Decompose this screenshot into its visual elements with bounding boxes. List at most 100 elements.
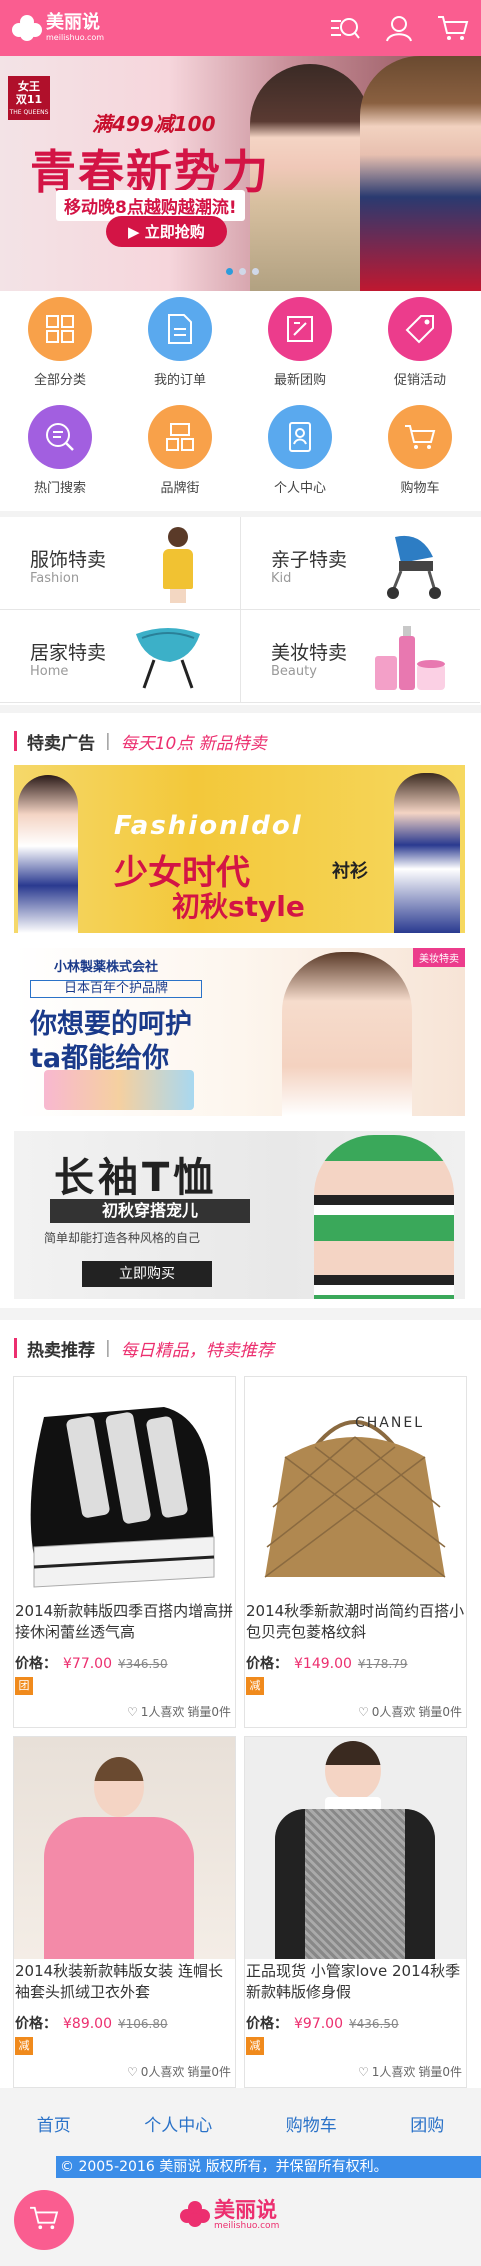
current-price: ¥89.00 bbox=[63, 2016, 112, 2032]
cart-icon[interactable] bbox=[437, 14, 469, 42]
user-icon[interactable] bbox=[385, 14, 413, 42]
original-price: ¥178.79 bbox=[357, 1657, 408, 1671]
ad-banner-fashion-idol[interactable]: FashionIdol 少女时代 初秋style 衬衫 bbox=[14, 765, 465, 933]
buy-now-button[interactable]: 立即购买 bbox=[82, 1261, 212, 1287]
banner-model-striped bbox=[314, 1135, 454, 1299]
product-card[interactable]: 2014秋装新款韩版女装 连帽长袖套头抓绒卫衣外套 价格： ¥89.00 ¥106.… bbox=[13, 1736, 236, 2088]
product-title[interactable]: 正品现货 小管家love 2014秋季新款韩版修身假 bbox=[246, 1961, 466, 2003]
document-icon bbox=[148, 297, 212, 361]
logo-domain: meilishuo.com bbox=[46, 33, 105, 42]
heart-icon[interactable]: ♡ bbox=[358, 2065, 369, 2079]
fashion-model-image bbox=[160, 527, 196, 603]
current-price: ¥97.00 bbox=[294, 2016, 343, 2032]
edit-box-icon bbox=[268, 297, 332, 361]
product-image[interactable] bbox=[14, 1737, 235, 1959]
flower-logo-icon bbox=[12, 15, 42, 41]
product-meta: ♡ 1人喜欢 销量0件 bbox=[126, 1704, 231, 1720]
hero-banner[interactable]: 女王 双11 THE QUEENS 满499减100 青春新势力 移动晚8点越购… bbox=[0, 56, 481, 291]
bottom-nav-group-buy[interactable]: 团购 bbox=[410, 2111, 444, 2136]
cart-icon bbox=[29, 2205, 59, 2235]
cosmetics-image bbox=[371, 618, 457, 700]
product-meta: ♡ 0人喜欢 销量0件 bbox=[357, 1704, 462, 1720]
product-card[interactable]: CHANEL 2014秋季新款潮时尚简约百搭小包贝壳包菱格纹斜 价格： ¥149.… bbox=[244, 1376, 467, 1728]
banner-model-face bbox=[282, 952, 412, 1116]
product-card[interactable]: 2014新款韩版四季百搭内增高拼接休闲蕾丝透气高 价格： ¥77.00 ¥346.5… bbox=[13, 1376, 236, 1728]
product-meta: ♡ 0人喜欢 销量0件 bbox=[126, 2064, 231, 2080]
discount-badge: 减 bbox=[246, 2037, 264, 2055]
ad-banners: FashionIdol 少女时代 初秋style 衬衫 小林製薬株式会社 日本百… bbox=[0, 755, 481, 1308]
heart-icon[interactable]: ♡ bbox=[127, 1705, 138, 1719]
quick-nav-grid: 全部分类 我的订单 最新团购 促销活动 热门搜索 品牌街 个人中心 购物车 bbox=[0, 291, 481, 511]
heart-icon[interactable]: ♡ bbox=[127, 2065, 138, 2079]
product-card[interactable]: 正品现货 小管家love 2014秋季新款韩版修身假 价格： ¥97.00 ¥436… bbox=[244, 1736, 467, 2088]
floating-cart-button[interactable] bbox=[14, 2190, 74, 2250]
product-title[interactable]: 2014秋季新款潮时尚简约百搭小包贝壳包菱格纹斜 bbox=[246, 1601, 466, 1643]
queens-badge: 女王 双11 THE QUEENS bbox=[8, 76, 50, 120]
brand-label: CHANEL bbox=[355, 1415, 424, 1431]
banner-model-right bbox=[394, 773, 460, 933]
ad-banner-long-tshirt[interactable]: 长袖T恤 初秋穿搭宠儿 简单却能打造各种风格的自己 立即购买 bbox=[14, 1131, 465, 1299]
nav-hot-search[interactable]: 热门搜索 bbox=[0, 405, 120, 513]
original-price: ¥106.80 bbox=[118, 2017, 168, 2031]
flower-logo-icon bbox=[180, 2200, 210, 2231]
footer: 美丽说 meilishuo.com bbox=[0, 2178, 481, 2266]
page: 美丽说 meilishuo.com 女王 双11 THE QUEENS 满499… bbox=[0, 0, 481, 2266]
carousel-dot[interactable] bbox=[239, 268, 246, 275]
carousel-dot[interactable] bbox=[252, 268, 259, 275]
nav-my-orders[interactable]: 我的订单 bbox=[120, 297, 240, 405]
bottom-nav-home[interactable]: 首页 bbox=[37, 2111, 71, 2136]
ad-banner-kobayashi[interactable]: 小林製薬株式会社 日本百年个护品牌 你想要的呵护 ta都能给你 美妆特卖 bbox=[14, 948, 465, 1116]
category-home[interactable]: 居家特卖 Home bbox=[0, 610, 240, 703]
current-price: ¥77.00 bbox=[63, 1656, 112, 1672]
price-row: 价格： ¥77.00 ¥346.50 bbox=[15, 1656, 168, 1672]
title-accent-bar bbox=[14, 1338, 17, 1358]
bottom-nav-cart[interactable]: 购物车 bbox=[286, 2111, 337, 2136]
category-search-icon[interactable] bbox=[329, 15, 361, 41]
nav-group-buy[interactable]: 最新团购 bbox=[240, 297, 360, 405]
nav-promotions[interactable]: 促销活动 bbox=[360, 297, 480, 405]
buy-now-button[interactable]: ▶ 立即抢购 bbox=[106, 216, 227, 247]
footer-logo[interactable]: 美丽说 meilishuo.com bbox=[180, 2200, 279, 2231]
product-pack-image bbox=[44, 1070, 194, 1110]
product-image[interactable]: CHANEL bbox=[245, 1377, 466, 1599]
brand-grid-icon bbox=[148, 405, 212, 469]
product-image[interactable] bbox=[245, 1737, 466, 1959]
grid-icon bbox=[28, 297, 92, 361]
carousel-dot[interactable] bbox=[226, 268, 233, 275]
original-price: ¥346.50 bbox=[118, 1657, 168, 1671]
price-row: 价格： ¥89.00 ¥106.80 bbox=[15, 2016, 168, 2032]
promo-text: 满499减100 bbox=[92, 112, 216, 136]
nav-all-categories[interactable]: 全部分类 bbox=[0, 297, 120, 405]
category-fashion[interactable]: 服饰特卖 Fashion bbox=[0, 517, 240, 610]
category-beauty[interactable]: 美妆特卖 Beauty bbox=[240, 610, 480, 703]
chair-image bbox=[130, 624, 206, 696]
cart-icon bbox=[388, 405, 452, 469]
discount-badge: 减 bbox=[246, 1677, 264, 1695]
nav-cart[interactable]: 购物车 bbox=[360, 405, 480, 513]
category-boxes: 服饰特卖 Fashion 亲子特卖 Kid 居家特卖 Home 美妆特卖 Bea… bbox=[0, 517, 481, 705]
nav-brand-street[interactable]: 品牌街 bbox=[120, 405, 240, 513]
logo-text: 美丽说 bbox=[46, 12, 100, 33]
bottom-nav-user-center[interactable]: 个人中心 bbox=[144, 2111, 212, 2136]
discount-badge: 减 bbox=[15, 2037, 33, 2055]
nav-user-center[interactable]: 个人中心 bbox=[240, 405, 360, 513]
search-icon bbox=[28, 405, 92, 469]
copyright-text: © 2005-2016 美丽说 版权所有，并保留所有权利。 bbox=[56, 2156, 481, 2178]
carousel-dots[interactable] bbox=[226, 268, 259, 275]
site-logo[interactable]: 美丽说 meilishuo.com bbox=[12, 14, 104, 42]
product-grid: 2014新款韩版四季百搭内增高拼接休闲蕾丝透气高 价格： ¥77.00 ¥346.5… bbox=[0, 1376, 481, 2088]
price-row: 价格： ¥149.00 ¥178.79 bbox=[246, 1656, 408, 1672]
category-kid[interactable]: 亲子特卖 Kid bbox=[240, 517, 480, 610]
model-image-right bbox=[360, 56, 481, 291]
stroller-image bbox=[381, 529, 447, 605]
current-price: ¥149.00 bbox=[294, 1656, 352, 1672]
product-meta: ♡ 1人喜欢 销量0件 bbox=[357, 2064, 462, 2080]
product-title[interactable]: 2014秋装新款韩版女装 连帽长袖套头抓绒卫衣外套 bbox=[15, 1961, 235, 2003]
heart-icon[interactable]: ♡ bbox=[358, 1705, 369, 1719]
product-image[interactable] bbox=[14, 1377, 235, 1599]
hot-section-title: 热卖推荐 | 每日精品，特卖推荐 bbox=[0, 1320, 481, 1376]
price-row: 价格： ¥97.00 ¥436.50 bbox=[246, 2016, 399, 2032]
product-title[interactable]: 2014新款韩版四季百搭内增高拼接休闲蕾丝透气高 bbox=[15, 1601, 235, 1643]
bottom-nav: 首页 个人中心 购物车 团购 bbox=[0, 2090, 481, 2156]
group-buy-badge: 团 bbox=[15, 1677, 33, 1695]
